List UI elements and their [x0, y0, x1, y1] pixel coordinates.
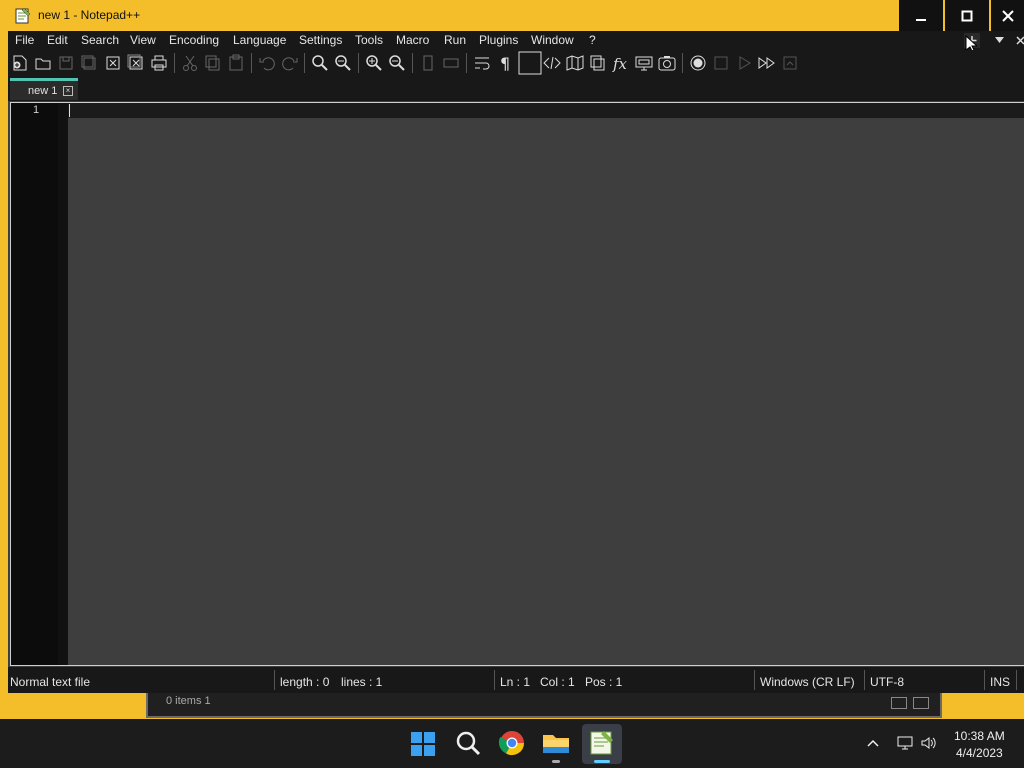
status-position: Pos : 1 [585, 675, 623, 689]
close-doc-icon[interactable] [1016, 36, 1024, 45]
show-all-chars-icon[interactable]: ¶ [495, 53, 515, 73]
tab-label: new 1 [28, 85, 58, 97]
status-insert-mode[interactable]: INS [990, 675, 1010, 689]
menu-encoding[interactable]: Encoding [169, 33, 219, 47]
running-indicator [552, 760, 560, 763]
udl-icon[interactable] [542, 53, 562, 73]
chrome-icon[interactable] [496, 727, 528, 759]
clock-time[interactable]: 10:38 AM [954, 729, 1005, 743]
background-window-status: 0 items 1 [166, 695, 211, 707]
copy-icon[interactable] [203, 53, 223, 73]
menu-help[interactable]: ? [589, 33, 596, 47]
redo-icon[interactable] [280, 53, 300, 73]
doc-list-icon[interactable] [588, 53, 608, 73]
menu-search[interactable]: Search [81, 33, 119, 47]
status-eol[interactable]: Windows (CR LF) [760, 675, 855, 689]
clock-date[interactable]: 4/4/2023 [956, 746, 1003, 760]
maximize-button[interactable] [945, 0, 989, 31]
zoom-in-icon[interactable] [364, 53, 384, 73]
menu-plugins[interactable]: Plugins [479, 33, 518, 47]
details-view-icon[interactable] [891, 697, 907, 709]
status-encoding[interactable]: UTF-8 [870, 675, 904, 689]
status-file-type: Normal text file [10, 675, 91, 689]
notepadpp-icon[interactable] [586, 727, 618, 759]
menu-edit[interactable]: Edit [47, 33, 68, 47]
dropdown-arrow-icon[interactable] [995, 37, 1004, 43]
cut-icon[interactable] [180, 53, 200, 73]
window-title: new 1 - Notepad++ [38, 8, 141, 22]
monitoring-icon[interactable] [657, 53, 677, 73]
stop-macro-icon[interactable] [711, 53, 731, 73]
status-column: Col : 1 [540, 675, 575, 689]
fold-margin[interactable] [58, 103, 68, 665]
word-wrap-icon[interactable] [472, 53, 492, 73]
chevron-up-icon[interactable] [866, 736, 880, 750]
svg-text:¶: ¶ [500, 54, 510, 73]
save-macro-icon[interactable] [780, 53, 800, 73]
close-icon [1001, 9, 1014, 22]
function-list-icon[interactable]: fx [611, 53, 631, 73]
record-macro-icon[interactable] [688, 53, 708, 73]
sync-horizontal-icon[interactable] [441, 53, 461, 73]
close-button[interactable] [991, 0, 1024, 31]
menu-view[interactable]: View [130, 33, 156, 47]
find-icon[interactable] [310, 53, 330, 73]
save-icon[interactable] [56, 53, 76, 73]
zoom-out-icon[interactable] [387, 53, 407, 73]
minimize-button[interactable] [899, 0, 943, 31]
open-file-icon[interactable] [33, 53, 53, 73]
toolbar: ¶ fx [8, 50, 1024, 77]
run-macro-multiple-icon[interactable] [757, 53, 777, 73]
undo-icon[interactable] [257, 53, 277, 73]
menu-window[interactable]: Window [531, 33, 574, 47]
sync-vertical-icon[interactable] [418, 53, 438, 73]
start-icon[interactable] [407, 727, 439, 759]
notepadpp-app-icon [14, 6, 32, 24]
menu-macro[interactable]: Macro [396, 33, 429, 47]
current-line-highlight [68, 103, 1024, 118]
indent-guide-icon[interactable] [518, 51, 542, 75]
text-caret [69, 104, 70, 117]
tab-bar [8, 77, 1024, 101]
line-number: 1 [33, 104, 40, 116]
search-icon[interactable] [452, 727, 484, 759]
menu-run[interactable]: Run [444, 33, 466, 47]
volume-icon[interactable] [920, 734, 938, 752]
replace-icon[interactable] [333, 53, 353, 73]
play-macro-icon[interactable] [734, 53, 754, 73]
status-length: length : 0 [280, 675, 330, 689]
menu-settings[interactable]: Settings [299, 33, 342, 47]
folder-as-workspace-icon[interactable] [634, 53, 654, 73]
status-line: Ln : 1 [500, 675, 531, 689]
title-bar[interactable] [0, 0, 1024, 31]
paste-icon[interactable] [226, 53, 246, 73]
menu-language[interactable]: Language [233, 33, 286, 47]
new-file-icon[interactable] [10, 53, 30, 73]
menu-file[interactable]: File [15, 33, 34, 47]
minimize-icon [916, 18, 926, 21]
file-explorer-icon[interactable] [540, 727, 572, 759]
active-indicator [594, 760, 610, 763]
maximize-icon [961, 10, 973, 21]
tab-close-icon[interactable]: × [63, 86, 73, 96]
network-icon[interactable] [896, 734, 914, 752]
save-all-icon[interactable] [79, 53, 99, 73]
document-map-icon[interactable] [565, 53, 585, 73]
print-icon[interactable] [149, 53, 169, 73]
close-file-icon[interactable] [103, 53, 123, 73]
close-all-icon[interactable] [126, 53, 146, 73]
editor-frame [10, 102, 1024, 666]
tiles-view-icon[interactable] [913, 697, 929, 709]
status-lines: lines : 1 [341, 675, 383, 689]
svg-text:fx: fx [612, 55, 628, 73]
menu-tools[interactable]: Tools [355, 33, 383, 47]
background-window-frame [146, 693, 942, 718]
